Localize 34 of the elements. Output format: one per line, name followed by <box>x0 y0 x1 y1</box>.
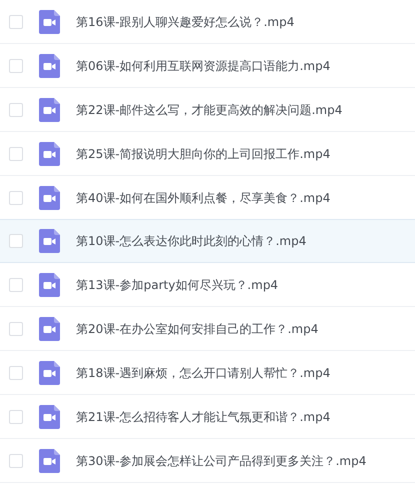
video-file-icon <box>39 317 60 341</box>
file-name: 第40课-如何在国外顺利点餐，尽享美食？.mp4 <box>76 191 330 205</box>
video-file-icon <box>39 449 60 473</box>
file-row[interactable]: 第10课-怎么表达你此时此刻的心情？.mp4 <box>0 219 415 263</box>
video-file-icon <box>39 361 60 385</box>
video-file-icon <box>39 186 60 210</box>
file-name: 第21课-怎么招待客人才能让气氛更和谐？.mp4 <box>76 410 330 424</box>
video-file-icon <box>39 142 60 166</box>
checkbox[interactable] <box>9 322 23 336</box>
video-file-icon <box>39 405 60 429</box>
file-name: 第18课-遇到麻烦，怎么开口请别人帮忙？.mp4 <box>76 366 330 380</box>
file-name: 第30课-参加展会怎样让公司产品得到更多关注？.mp4 <box>76 454 366 468</box>
checkbox[interactable] <box>9 234 23 248</box>
video-file-icon <box>39 10 60 34</box>
checkbox[interactable] <box>9 103 23 117</box>
checkbox[interactable] <box>9 15 23 29</box>
checkbox[interactable] <box>9 147 23 161</box>
checkbox[interactable] <box>9 278 23 292</box>
video-file-icon <box>39 273 60 297</box>
file-name: 第06课-如何利用互联网资源提高口语能力.mp4 <box>76 59 330 73</box>
file-name: 第20课-在办公室如何安排自己的工作？.mp4 <box>76 322 318 336</box>
file-name: 第10课-怎么表达你此时此刻的心情？.mp4 <box>76 234 306 248</box>
file-name: 第13课-参加party如何尽兴玩？.mp4 <box>76 278 278 292</box>
video-file-icon <box>39 54 60 78</box>
checkbox[interactable] <box>9 59 23 73</box>
checkbox[interactable] <box>9 191 23 205</box>
file-name: 第25课-简报说明大胆向你的上司回报工作.mp4 <box>76 147 330 161</box>
video-file-icon <box>39 229 60 253</box>
checkbox[interactable] <box>9 454 23 468</box>
checkbox[interactable] <box>9 366 23 380</box>
file-name: 第16课-跟别人聊兴趣爱好怎么说？.mp4 <box>76 15 294 29</box>
file-name: 第22课-邮件这么写，才能更高效的解决问题.mp4 <box>76 103 342 117</box>
checkbox[interactable] <box>9 410 23 424</box>
video-file-icon <box>39 98 60 122</box>
